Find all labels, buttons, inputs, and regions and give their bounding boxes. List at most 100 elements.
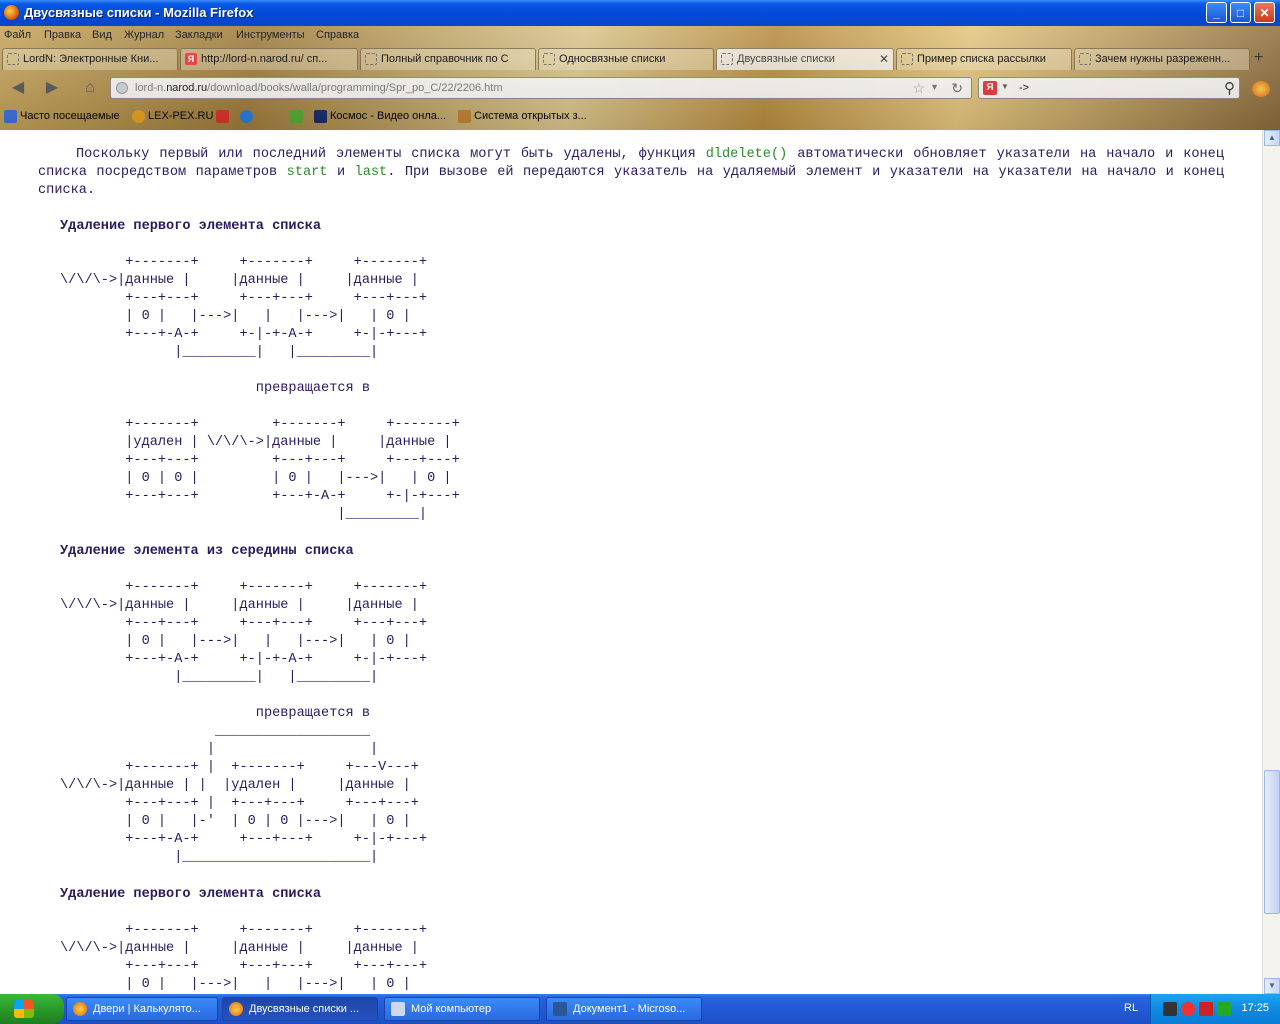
firefox-icon[interactable] xyxy=(1252,81,1270,97)
paragraph-text: и xyxy=(327,165,355,180)
tab-lord-n-narod[interactable]: Я http://lord-n.narod.ru/ сп... xyxy=(180,48,358,70)
reload-icon[interactable]: ↻ xyxy=(951,80,963,97)
navigation-bar: ◀ ▶ ⌂ lord-n.narod.ru/download/books/wal… xyxy=(0,72,1280,104)
menu-view[interactable]: Вид xyxy=(92,29,112,41)
window-title-bar[interactable]: Двусвязные списки - Mozilla Firefox _ □ … xyxy=(0,0,1280,26)
firefox-icon xyxy=(4,5,19,20)
ascii-diagram-delete-middle: +-------+ +-------+ +-------+ \/\/\->|да… xyxy=(60,580,428,865)
page-icon xyxy=(721,53,733,65)
code-start: start xyxy=(286,165,328,180)
browser-chrome: Файл Правка Вид Журнал Закладки Инструме… xyxy=(0,26,1280,130)
bookmark-most-visited[interactable]: Часто посещаемые xyxy=(4,110,120,123)
tab-mailing-list[interactable]: Пример списка рассылки xyxy=(896,48,1072,70)
ascii-diagram-delete-first: +-------+ +-------+ +-------+ \/\/\->|да… xyxy=(60,255,460,522)
network-icon[interactable] xyxy=(1163,1002,1177,1016)
search-icon[interactable]: ⚲ xyxy=(1224,79,1235,97)
bookmark-kosmos[interactable]: Космос - Видео онла... xyxy=(314,110,447,123)
site-identity-icon[interactable] xyxy=(116,82,128,94)
forward-button[interactable]: ▶ xyxy=(42,78,62,98)
task-my-computer[interactable]: Мой компьютер xyxy=(384,997,540,1021)
url-bar[interactable]: lord-n.narod.ru/download/books/walla/pro… xyxy=(110,77,972,99)
code-dldelete: dldelete() xyxy=(705,147,788,162)
home-button[interactable]: ⌂ xyxy=(80,78,100,98)
vertical-scrollbar[interactable]: ▲ ▼ xyxy=(1262,130,1280,994)
page-content[interactable]: Поскольку первый или последний элементы … xyxy=(0,130,1262,994)
maximize-button[interactable]: □ xyxy=(1230,2,1251,23)
firefox-icon xyxy=(73,1002,87,1016)
yandex-icon[interactable]: Я xyxy=(983,81,997,95)
chevron-down-icon[interactable]: ▼ xyxy=(1001,82,1009,91)
bookmark-label: Часто посещаемые xyxy=(20,110,120,122)
tab-c-reference[interactable]: Полный справочник по C xyxy=(360,48,536,70)
search-bar[interactable]: Я ▼ -> ⚲ xyxy=(978,77,1240,99)
person-icon xyxy=(132,110,145,123)
section-heading-delete-middle: Удаление элемента из середины списка xyxy=(60,544,354,559)
menu-help[interactable]: Справка xyxy=(316,29,359,41)
battery-icon[interactable] xyxy=(1217,1002,1231,1016)
bookmark-label: LEX-PEX.RU xyxy=(148,110,214,122)
close-button[interactable]: ✕ xyxy=(1254,2,1275,23)
tab-label: Двусвязные списки xyxy=(737,53,835,65)
system-tray: 17:25 xyxy=(1150,994,1280,1024)
bookmark-lex-pex[interactable]: LEX-PEX.RU xyxy=(132,110,214,123)
new-tab-button[interactable]: + xyxy=(1254,49,1263,67)
task-word-document[interactable]: Документ1 - Microso... xyxy=(546,997,702,1021)
paragraph-text: Поскольку первый или последний элементы … xyxy=(76,147,706,162)
menu-bookmarks[interactable]: Закладки xyxy=(175,29,223,41)
antivirus-icon[interactable] xyxy=(1199,1002,1213,1016)
task-label: Двери | Калькулято... xyxy=(93,1003,201,1015)
tab-label: Односвязные списки xyxy=(559,53,666,65)
ascii-diagram-delete-first-2: +-------+ +-------+ +-------+ \/\/\->|да… xyxy=(60,923,428,992)
intro-paragraph: Поскольку первый или последний элементы … xyxy=(38,146,1224,200)
tab-doubly-linked[interactable]: Двусвязные списки ✕ xyxy=(716,48,894,70)
menu-tools[interactable]: Инструменты xyxy=(236,29,305,41)
section-heading-delete-first-2: Удаление первого элемента списка xyxy=(60,887,322,902)
yandex-icon: Я xyxy=(185,53,197,65)
scrollbar-thumb[interactable] xyxy=(1264,770,1280,914)
task-label: Двусвязные списки ... xyxy=(249,1003,360,1015)
close-tab-icon[interactable]: ✕ xyxy=(879,52,889,66)
scroll-down-arrow-icon[interactable]: ▼ xyxy=(1264,978,1280,994)
start-button[interactable] xyxy=(0,994,64,1024)
task-label: Мой компьютер xyxy=(411,1003,492,1015)
tab-strip: LordN: Электронные Кни... Я http://lord-… xyxy=(0,47,1280,71)
tab-singly-linked[interactable]: Односвязные списки xyxy=(538,48,714,70)
task-doubly-linked[interactable]: Двусвязные списки ... xyxy=(222,997,378,1021)
page-icon xyxy=(7,53,19,65)
tab-label: LordN: Электронные Кни... xyxy=(23,53,159,65)
windows-logo-icon xyxy=(14,1000,34,1018)
bookmarks-toolbar: Часто посещаемые LEX-PEX.RU Космос - Вид… xyxy=(0,106,1280,128)
search-input[interactable]: -> xyxy=(1019,82,1029,94)
bookmark-label: Космос - Видео онла... xyxy=(330,110,447,122)
bookmark-open-system[interactable]: Система открытых з... xyxy=(458,110,587,123)
task-doors-calculator[interactable]: Двери | Калькулято... xyxy=(66,997,218,1021)
language-indicator[interactable]: RL xyxy=(1124,1002,1138,1014)
url-text[interactable]: lord-n.narod.ru/download/books/walla/pro… xyxy=(135,82,503,94)
mail-at-icon[interactable] xyxy=(1181,1002,1195,1016)
code-last: last xyxy=(354,165,388,180)
window-title: Двусвязные списки - Mozilla Firefox xyxy=(24,5,254,20)
menu-file[interactable]: Файл xyxy=(4,29,31,41)
page-icon xyxy=(1079,53,1091,65)
firefox-icon xyxy=(229,1002,243,1016)
menu-history[interactable]: Журнал xyxy=(124,29,164,41)
tab-lordn[interactable]: LordN: Электронные Кни... xyxy=(2,48,178,70)
bookmark-label: Система открытых з... xyxy=(474,110,587,122)
back-button[interactable]: ◀ xyxy=(8,78,28,98)
clock[interactable]: 17:25 xyxy=(1241,1002,1269,1014)
tab-label: Зачем нужны разреженн... xyxy=(1095,53,1231,65)
mail-at-icon xyxy=(240,110,253,123)
tab-label: Полный справочник по C xyxy=(381,53,509,65)
scroll-up-arrow-icon[interactable]: ▲ xyxy=(1264,130,1280,146)
chevron-down-icon[interactable]: ▼ xyxy=(930,82,939,92)
computer-icon xyxy=(391,1002,405,1016)
section-heading-delete-first: Удаление первого элемента списка xyxy=(60,219,322,234)
bookmark-star-icon[interactable]: ☆ xyxy=(912,80,925,97)
page-icon xyxy=(365,53,377,65)
task-label: Документ1 - Microso... xyxy=(573,1003,686,1015)
gmail-icon xyxy=(216,110,229,123)
tab-sparse[interactable]: Зачем нужны разреженн... xyxy=(1074,48,1250,70)
minimize-button[interactable]: _ xyxy=(1206,2,1227,23)
menu-edit[interactable]: Правка xyxy=(44,29,81,41)
page-icon xyxy=(901,53,913,65)
